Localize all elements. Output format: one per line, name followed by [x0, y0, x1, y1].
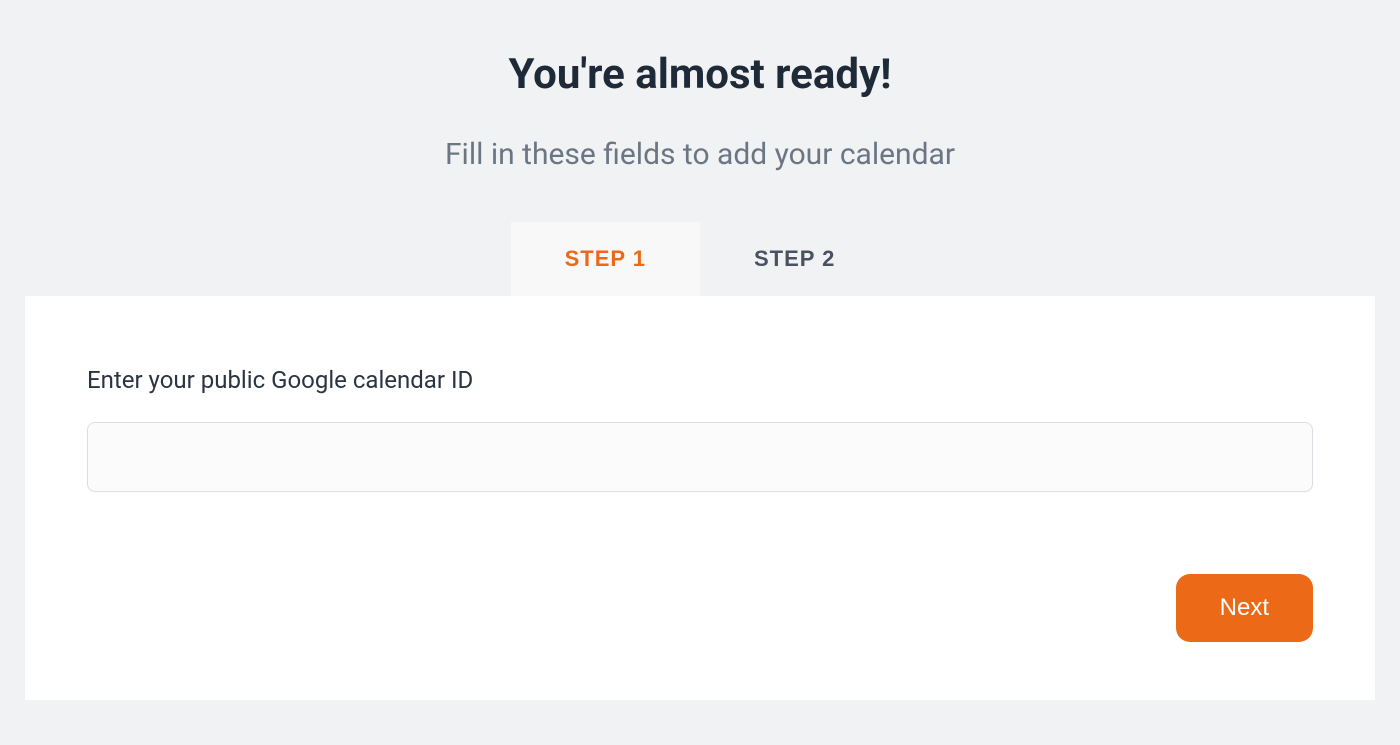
calendar-id-label: Enter your public Google calendar ID [87, 366, 1313, 394]
form-panel: Enter your public Google calendar ID Nex… [25, 296, 1375, 700]
step-tabs: STEP 1 STEP 2 [511, 222, 890, 296]
tab-step-1[interactable]: STEP 1 [511, 222, 700, 296]
setup-wizard: You're almost ready! Fill in these field… [0, 0, 1400, 700]
tab-step-2[interactable]: STEP 2 [700, 222, 889, 296]
next-button[interactable]: Next [1176, 574, 1313, 642]
button-row: Next [87, 574, 1313, 642]
page-title: You're almost ready! [0, 50, 1400, 99]
calendar-id-input[interactable] [87, 422, 1313, 492]
page-subtitle: Fill in these fields to add your calenda… [0, 137, 1400, 172]
